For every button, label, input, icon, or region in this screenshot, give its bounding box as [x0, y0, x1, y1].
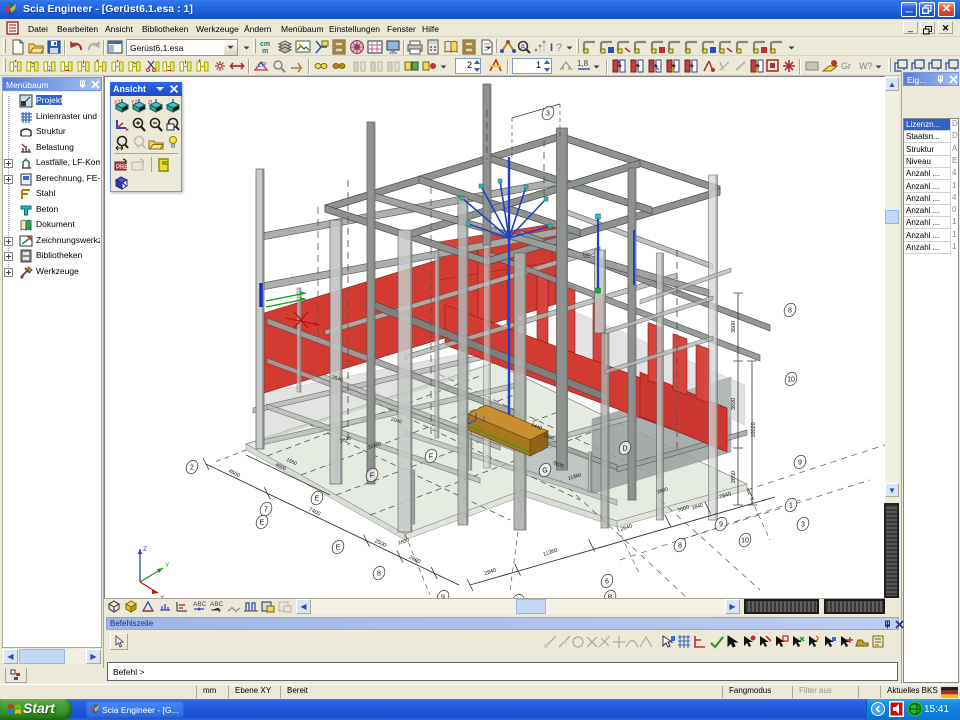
- svg-text:3600: 3600: [731, 321, 737, 333]
- svg-text:9: 9: [719, 522, 723, 529]
- svg-text:ABC: ABC: [193, 601, 207, 608]
- svg-text:F: F: [370, 473, 374, 480]
- svg-text:8: 8: [788, 308, 792, 315]
- svg-text:6: 6: [605, 579, 609, 586]
- svg-text:3920: 3920: [731, 398, 737, 410]
- svg-text:E: E: [336, 545, 341, 552]
- svg-text:2: 2: [190, 465, 194, 472]
- svg-text:11360: 11360: [542, 548, 558, 558]
- svg-text:cm: cm: [260, 41, 270, 48]
- svg-text:G: G: [542, 468, 547, 475]
- svg-text:W?: W?: [859, 61, 873, 71]
- svg-text:Gr: Gr: [841, 61, 851, 71]
- svg-text:?: ?: [556, 42, 562, 54]
- svg-text:Y: Y: [165, 562, 170, 569]
- svg-text:1,8: 1,8: [577, 59, 589, 68]
- svg-text:1: 1: [789, 503, 793, 510]
- svg-text:7: 7: [264, 507, 268, 514]
- svg-text:B: B: [608, 595, 613, 599]
- svg-text:cP: cP: [258, 62, 267, 69]
- svg-text:2650: 2650: [731, 471, 737, 483]
- svg-text:X: X: [160, 595, 165, 598]
- svg-text:R: R: [136, 145, 141, 151]
- svg-text:E: E: [315, 496, 320, 503]
- svg-text:2840: 2840: [484, 568, 498, 577]
- svg-text:PRE: PRE: [116, 165, 128, 171]
- svg-text:95: 95: [583, 254, 590, 260]
- svg-text:9: 9: [441, 595, 445, 599]
- svg-text:ABC: ABC: [210, 601, 224, 608]
- svg-text:F: F: [429, 454, 433, 461]
- svg-text:Z: Z: [143, 546, 147, 553]
- svg-text:A: A: [521, 44, 526, 51]
- svg-text:10: 10: [787, 377, 795, 384]
- svg-text:3: 3: [546, 111, 550, 118]
- svg-text:E: E: [260, 520, 265, 527]
- svg-text:9: 9: [798, 460, 802, 467]
- svg-text:10020: 10020: [751, 422, 757, 437]
- svg-text:m: m: [262, 48, 268, 55]
- svg-text:10: 10: [741, 538, 749, 545]
- svg-text:2600: 2600: [398, 537, 411, 546]
- svg-text:8: 8: [377, 571, 381, 578]
- svg-text:I: I: [550, 42, 553, 54]
- svg-text:D: D: [622, 446, 627, 453]
- svg-text:3: 3: [801, 522, 805, 529]
- svg-text:8: 8: [678, 543, 682, 550]
